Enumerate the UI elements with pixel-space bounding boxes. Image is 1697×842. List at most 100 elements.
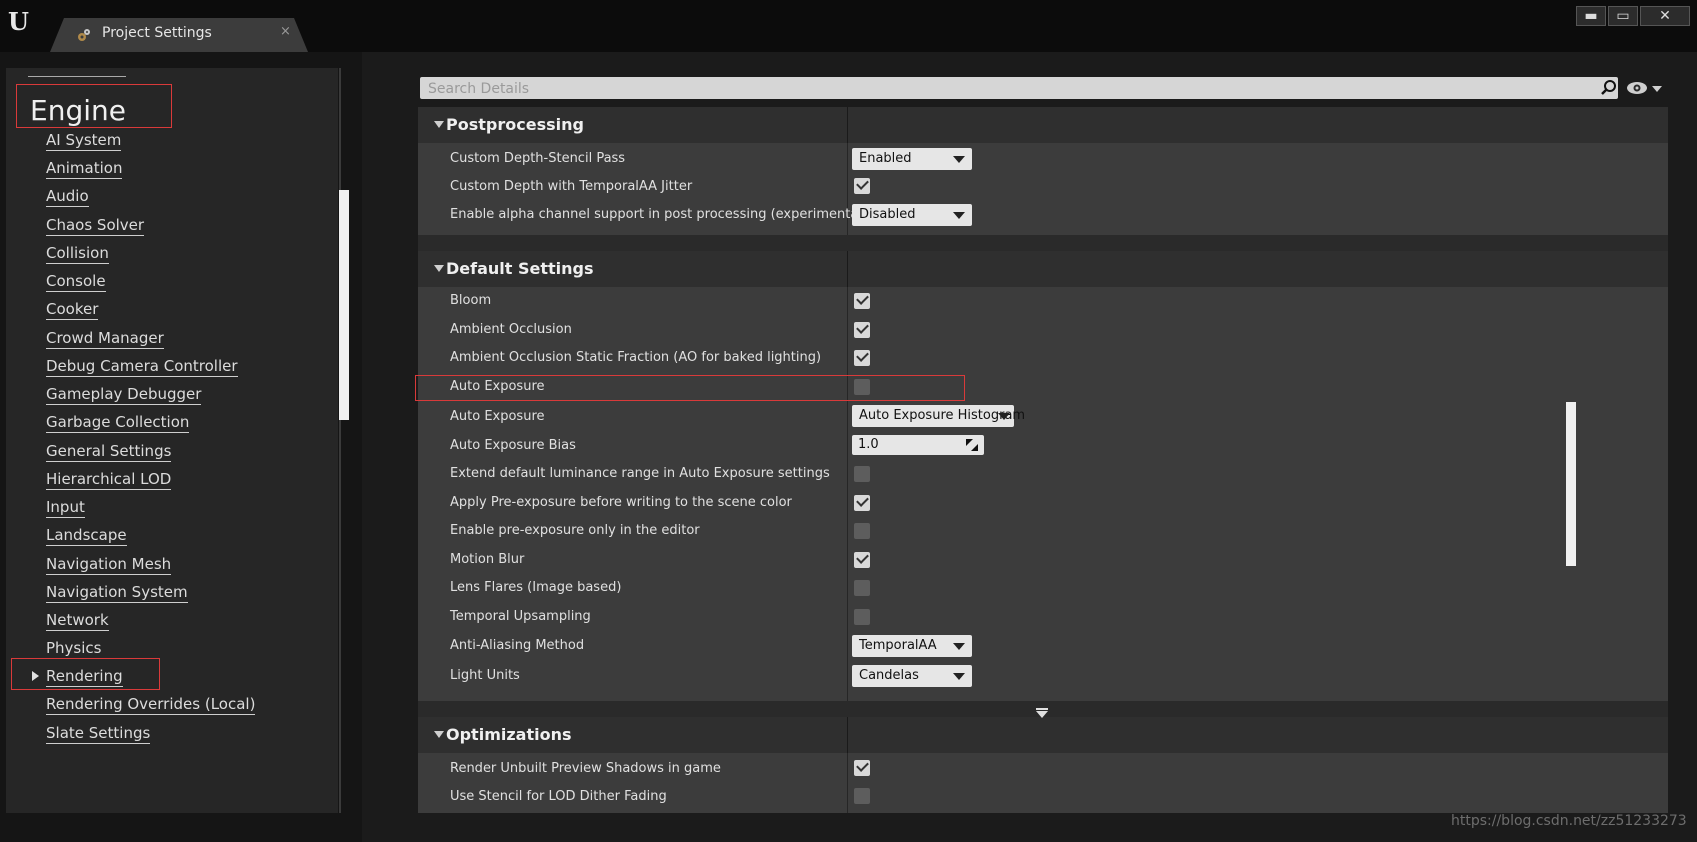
sidebar-item-collision[interactable]: Collision — [46, 245, 109, 264]
collapse-arrow-icon[interactable] — [434, 265, 444, 272]
property-label: Custom Depth with TemporalAA Jitter — [450, 179, 693, 194]
property-label: Enable pre-exposure only in the editor — [450, 523, 700, 538]
advanced-expander-bar — [1036, 708, 1048, 710]
sidebar-item-audio[interactable]: Audio — [46, 188, 89, 207]
extend-luminance-range-checkbox[interactable] — [854, 466, 870, 482]
category-rows: Render Unbuilt Preview Shadows in game U… — [418, 753, 1668, 813]
view-options-dropdown-icon[interactable] — [1652, 86, 1662, 92]
maximize-button[interactable]: ▭ — [1608, 6, 1638, 26]
sidebar-item-crowd-manager[interactable]: Crowd Manager — [46, 330, 164, 349]
property-label: Auto Exposure Bias — [450, 438, 576, 453]
column-divider — [847, 717, 848, 753]
lens-flares-checkbox[interactable] — [854, 580, 870, 596]
title-bar: U Project Settings × ▬ ▭ ✕ — [0, 0, 1697, 52]
panel-splitter[interactable] — [354, 52, 362, 842]
sidebar-item-ai-system[interactable]: AI System — [46, 132, 122, 151]
stencil-lod-dither-checkbox[interactable] — [854, 788, 870, 804]
property-label: Motion Blur — [450, 552, 525, 567]
custom-depth-stencil-pass-dropdown[interactable]: Enabled — [852, 148, 972, 170]
drag-resize-icon[interactable] — [966, 439, 978, 451]
checkmark-icon — [856, 349, 869, 362]
sidebar-item-rendering-overrides[interactable]: Rendering Overrides (Local) — [46, 696, 256, 715]
auto-exposure-bias-field[interactable]: 1.0 — [852, 435, 984, 455]
sidebar-item-input[interactable]: Input — [46, 499, 85, 518]
sidebar-item-debug-camera-controller[interactable]: Debug Camera Controller — [46, 358, 238, 377]
category-title: Postprocessing — [446, 115, 584, 134]
search-box — [420, 77, 1618, 99]
collapse-arrow-icon[interactable] — [434, 121, 444, 128]
column-divider — [847, 287, 848, 701]
category-default-settings[interactable]: Default Settings — [418, 251, 1668, 287]
category-rows: Bloom Ambient Occlusion Ambient Occlusio… — [418, 287, 1668, 701]
close-window-button[interactable]: ✕ — [1640, 6, 1690, 26]
apply-pre-exposure-checkbox[interactable] — [854, 494, 870, 511]
property-label: Enable alpha channel support in post pro… — [450, 207, 872, 222]
dropdown-value: TemporalAA — [859, 638, 937, 653]
category-rows: Custom Depth-Stencil Pass Enabled Custom… — [418, 143, 1668, 235]
sidebar-item-general-settings[interactable]: General Settings — [46, 443, 172, 462]
sidebar-scrollbar[interactable] — [339, 190, 349, 420]
view-options-eye-icon[interactable] — [1626, 80, 1652, 96]
custom-depth-jitter-checkbox[interactable] — [854, 177, 870, 194]
chevron-down-icon — [953, 643, 965, 650]
sidebar-item-physics[interactable]: Physics — [46, 640, 102, 659]
sidebar-item-slate-settings[interactable]: Slate Settings — [46, 725, 151, 744]
column-divider — [847, 753, 848, 813]
chevron-down-icon — [953, 156, 965, 163]
project-settings-tab[interactable]: Project Settings × — [50, 18, 308, 52]
details-scrollbar[interactable] — [1566, 402, 1576, 566]
project-settings-window: U Project Settings × ▬ ▭ ✕ Engine AI Sys… — [0, 0, 1697, 842]
bloom-checkbox[interactable] — [854, 292, 870, 309]
sidebar-item-chaos-solver[interactable]: Chaos Solver — [46, 217, 145, 236]
property-label: Bloom — [450, 293, 492, 308]
sidebar-item-network[interactable]: Network — [46, 612, 109, 631]
watermark-text: https://blog.csdn.net/zz51233273 — [1451, 813, 1687, 829]
sidebar-item-console[interactable]: Console — [46, 273, 106, 292]
alpha-channel-support-dropdown[interactable]: Disabled — [852, 204, 972, 226]
advanced-expand-arrow-icon[interactable] — [1036, 711, 1048, 718]
property-label: Custom Depth-Stencil Pass — [450, 151, 626, 166]
property-label: Extend default luminance range in Auto E… — [450, 466, 830, 481]
sidebar-item-gameplay-debugger[interactable]: Gameplay Debugger — [46, 386, 202, 405]
column-divider — [847, 107, 848, 143]
sidebar-item-cooker[interactable]: Cooker — [46, 301, 99, 320]
column-divider — [847, 251, 848, 287]
property-label: Ambient Occlusion Static Fraction (AO fo… — [450, 350, 822, 365]
property-label: Apply Pre-exposure before writing to the… — [450, 495, 792, 510]
collapse-arrow-icon[interactable] — [434, 731, 444, 738]
light-units-dropdown[interactable]: Candelas — [852, 665, 972, 687]
render-unbuilt-shadows-checkbox[interactable] — [854, 759, 870, 776]
property-label: Anti-Aliasing Method — [450, 638, 585, 653]
checkmark-icon — [856, 551, 869, 564]
property-label: Auto Exposure — [450, 409, 545, 424]
sidebar-item-landscape[interactable]: Landscape — [46, 527, 127, 546]
tab-label: Project Settings — [102, 25, 212, 41]
tab-close-button[interactable]: × — [280, 24, 291, 39]
checkmark-icon — [856, 292, 869, 305]
dropdown-value: Disabled — [859, 207, 916, 222]
highlight-box-engine — [16, 84, 172, 128]
motion-blur-checkbox[interactable] — [854, 551, 870, 568]
sidebar-item-navigation-system[interactable]: Navigation System — [46, 584, 188, 603]
auto-exposure-method-dropdown[interactable]: Auto Exposure Histogram — [852, 405, 1025, 427]
sidebar-item-garbage-collection[interactable]: Garbage Collection — [46, 414, 190, 433]
sidebar-scroll-track — [339, 68, 341, 813]
category-optimizations[interactable]: Optimizations — [418, 717, 1668, 753]
search-input[interactable] — [426, 79, 1590, 99]
search-icon[interactable] — [1600, 79, 1618, 97]
sidebar-item-hierarchical-lod[interactable]: Hierarchical LOD — [46, 471, 172, 490]
checkmark-icon — [856, 759, 869, 772]
pre-exposure-editor-only-checkbox[interactable] — [854, 523, 870, 539]
temporal-upsampling-checkbox[interactable] — [854, 609, 870, 625]
ao-static-fraction-checkbox[interactable] — [854, 349, 870, 366]
chevron-down-icon — [998, 413, 1010, 420]
anti-aliasing-method-dropdown[interactable]: TemporalAA — [852, 635, 972, 657]
dropdown-value: Enabled — [859, 151, 912, 166]
minimize-button[interactable]: ▬ — [1576, 6, 1606, 26]
category-postprocessing[interactable]: Postprocessing — [418, 107, 1668, 143]
sidebar-item-animation[interactable]: Animation — [46, 160, 123, 179]
ambient-occlusion-checkbox[interactable] — [854, 321, 870, 338]
property-label: Ambient Occlusion — [450, 322, 572, 337]
property-label: Lens Flares (Image based) — [450, 580, 622, 595]
sidebar-item-navigation-mesh[interactable]: Navigation Mesh — [46, 556, 172, 575]
